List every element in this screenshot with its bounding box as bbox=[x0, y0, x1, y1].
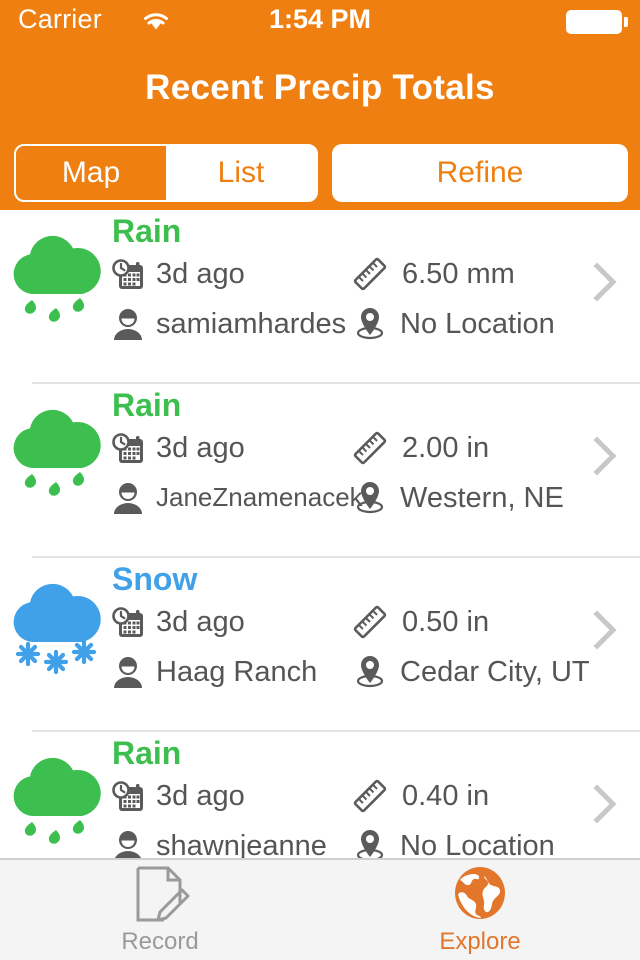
chevron-right-icon[interactable] bbox=[592, 436, 618, 476]
rain-cloud-icon bbox=[13, 409, 101, 496]
row-user-label: Haag Ranch bbox=[156, 656, 318, 688]
view-mode-segmented-control[interactable]: Map List bbox=[14, 144, 318, 202]
table-row[interactable]: Snow 3d ago 0.50 in Haag Ranch Cedar Cit… bbox=[0, 558, 640, 732]
tab-record[interactable]: Record bbox=[0, 860, 320, 960]
calendar-clock-icon bbox=[112, 781, 143, 811]
rain-cloud-icon bbox=[13, 235, 101, 322]
tab-explore[interactable]: Explore bbox=[320, 860, 640, 960]
calendar-clock-icon bbox=[112, 259, 143, 289]
precip-list[interactable]: Rain 3d ago 6.50 mm samiamhardes No Loca… bbox=[0, 210, 640, 860]
refine-button[interactable]: Refine bbox=[332, 144, 628, 202]
table-row[interactable]: Rain 3d ago bbox=[0, 384, 640, 558]
row-type-label: Rain bbox=[112, 387, 182, 423]
tab-list[interactable]: List bbox=[166, 146, 316, 200]
rain-cloud-icon bbox=[13, 757, 101, 844]
app-screen: Carrier 1:54 PM Recent Precip Totals Map… bbox=[0, 0, 640, 960]
person-icon bbox=[114, 831, 142, 860]
row-user-label: JaneZnamenacek bbox=[156, 482, 363, 512]
row-location-label: Western, NE bbox=[400, 482, 564, 514]
tab-record-label: Record bbox=[121, 928, 199, 955]
row-type-label: Snow bbox=[112, 561, 198, 597]
battery-full-icon bbox=[566, 10, 622, 34]
calendar-clock-icon bbox=[112, 433, 143, 463]
row-date-label: 3d ago bbox=[156, 258, 245, 290]
ruler-icon bbox=[353, 779, 387, 813]
row-date-label: 3d ago bbox=[156, 432, 245, 464]
ruler-icon bbox=[353, 257, 387, 291]
map-pin-icon bbox=[356, 830, 384, 860]
tab-explore-label: Explore bbox=[439, 928, 521, 955]
person-icon bbox=[114, 657, 142, 688]
row-amount-label: 2.00 in bbox=[402, 432, 490, 464]
map-pin-icon bbox=[356, 482, 384, 514]
person-icon bbox=[114, 483, 142, 514]
map-pin-icon bbox=[356, 308, 384, 340]
row-location-label: No Location bbox=[400, 830, 555, 860]
page-title: Recent Precip Totals bbox=[145, 68, 495, 107]
row-location-label: Cedar City, UT bbox=[400, 656, 590, 688]
row-amount-label: 0.50 in bbox=[402, 606, 490, 638]
chevron-right-icon[interactable] bbox=[592, 784, 618, 824]
battery-cap-icon bbox=[624, 17, 628, 27]
calendar-clock-icon bbox=[112, 607, 143, 637]
row-user-label: shawnjeanne bbox=[156, 830, 327, 860]
tab-map[interactable]: Map bbox=[16, 146, 166, 200]
chevron-right-icon[interactable] bbox=[592, 610, 618, 650]
chevron-right-icon[interactable] bbox=[592, 262, 618, 302]
row-date-label: 3d ago bbox=[156, 606, 245, 638]
snow-cloud-icon bbox=[13, 583, 101, 675]
row-date-label: 3d ago bbox=[156, 780, 245, 812]
tab-bar[interactable]: Record Explore bbox=[0, 858, 640, 960]
globe-icon bbox=[455, 867, 505, 919]
row-amount-label: 0.40 in bbox=[402, 780, 490, 812]
status-bar: Carrier 1:54 PM bbox=[0, 0, 640, 40]
row-location-label: No Location bbox=[400, 308, 555, 340]
row-type-label: Rain bbox=[112, 735, 182, 771]
navigation-header: Carrier 1:54 PM Recent Precip Totals Map… bbox=[0, 0, 640, 210]
ruler-icon bbox=[353, 605, 387, 639]
row-amount-label: 6.50 mm bbox=[402, 258, 515, 290]
document-pencil-icon bbox=[136, 866, 190, 922]
map-pin-icon bbox=[356, 656, 384, 688]
table-row[interactable]: Rain 3d ago bbox=[0, 732, 640, 860]
row-type-label: Rain bbox=[112, 213, 182, 249]
ruler-icon bbox=[353, 431, 387, 465]
table-row[interactable]: Rain 3d ago bbox=[0, 210, 640, 384]
clock-label: 1:54 PM bbox=[268, 4, 372, 34]
row-user-label: samiamhardes bbox=[156, 308, 347, 340]
person-icon bbox=[114, 309, 142, 340]
